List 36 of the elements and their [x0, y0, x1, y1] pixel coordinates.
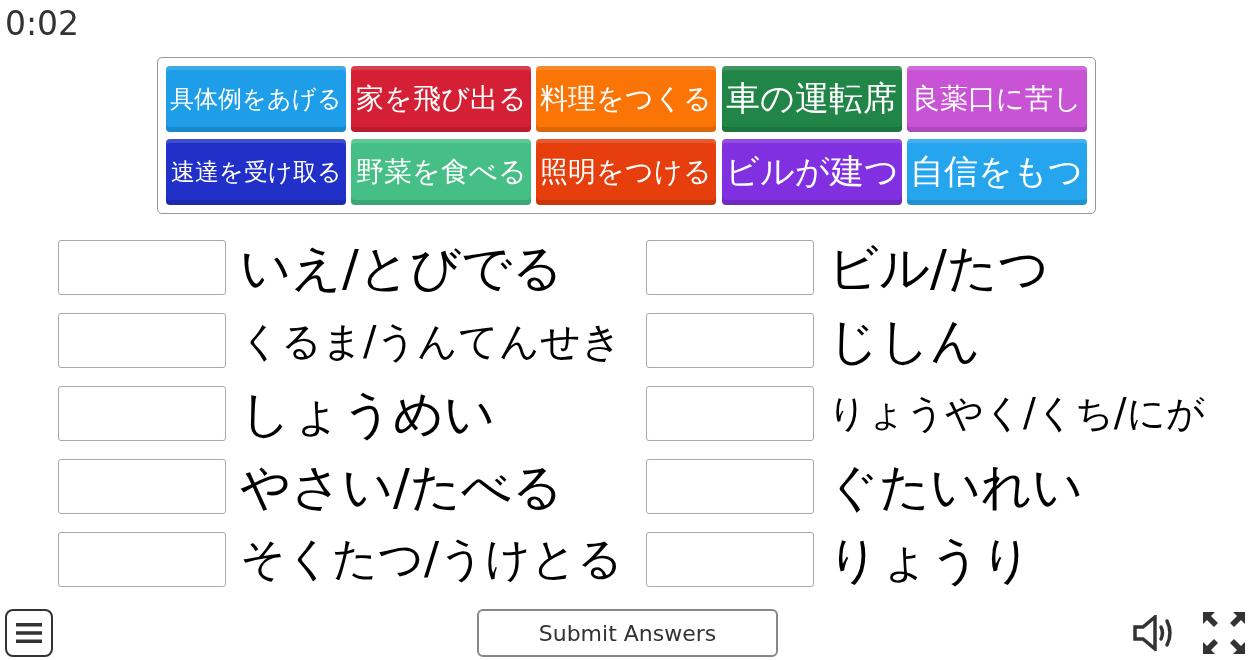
- answer-box[interactable]: [646, 532, 814, 587]
- clue-text: いえ/とびでる: [240, 242, 563, 293]
- word-tile[interactable]: 速達を受け取る: [166, 139, 346, 205]
- clue-text: くるま/うんてんせき: [240, 320, 623, 361]
- word-tile[interactable]: 料理をつくる: [536, 66, 717, 132]
- word-tile[interactable]: 車の運転席: [721, 66, 902, 132]
- clue-text: ビル/たつ: [828, 242, 1049, 293]
- menu-icon: [16, 623, 42, 643]
- clue-text: りょうやく/くち/にが: [828, 394, 1205, 433]
- answer-box[interactable]: [58, 386, 226, 441]
- word-tile[interactable]: 具体例をあげる: [166, 66, 346, 132]
- speaker-icon[interactable]: [1133, 615, 1175, 651]
- clue-text: そくたつ/うけとる: [240, 537, 624, 582]
- word-tile[interactable]: 野菜を食べる: [351, 139, 532, 205]
- answer-box[interactable]: [58, 532, 226, 587]
- clue-text: りょうり: [828, 534, 1032, 585]
- answer-box[interactable]: [58, 313, 226, 368]
- answer-box[interactable]: [646, 386, 814, 441]
- menu-button[interactable]: [5, 609, 53, 657]
- answer-box[interactable]: [58, 240, 226, 295]
- answer-box[interactable]: [646, 313, 814, 368]
- word-tile[interactable]: 照明をつける: [536, 139, 717, 205]
- submit-button[interactable]: Submit Answers: [477, 609, 778, 657]
- clue-text: ぐたいれい: [828, 461, 1083, 512]
- fullscreen-icon[interactable]: [1203, 612, 1245, 654]
- answer-box[interactable]: [58, 459, 226, 514]
- word-tile[interactable]: 家を飛び出る: [351, 66, 532, 132]
- answer-box[interactable]: [646, 459, 814, 514]
- word-tile[interactable]: ビルが建つ: [721, 139, 902, 205]
- word-tile[interactable]: 良薬口に苦し: [906, 66, 1087, 132]
- clue-text: やさい/たべる: [240, 461, 563, 512]
- answer-box[interactable]: [646, 240, 814, 295]
- word-tile[interactable]: 自信をもつ: [906, 139, 1087, 205]
- clue-text: じしん: [828, 315, 981, 366]
- clue-text: しょうめい: [240, 388, 495, 439]
- timer-text: 0:02: [5, 4, 80, 43]
